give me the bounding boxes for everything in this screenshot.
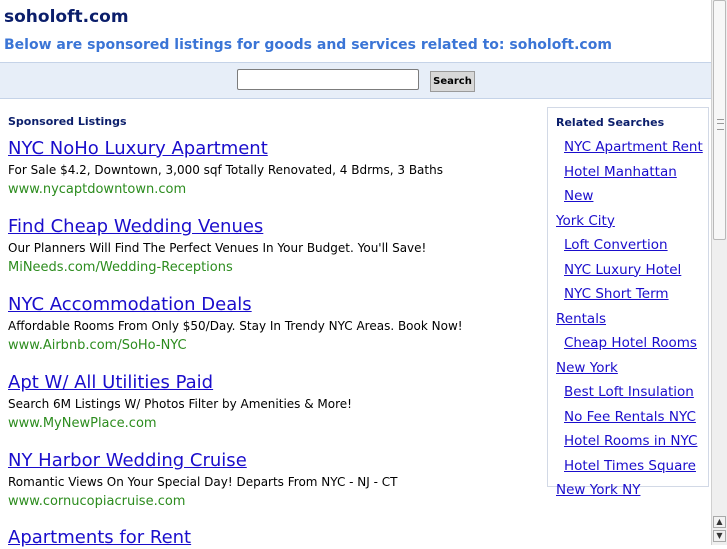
related-search-link[interactable]: Loft Convertion (548, 233, 708, 258)
related-search-text: Loft Convertion (564, 237, 668, 253)
page-header: soholoft.com Below are sponsored listing… (0, 0, 711, 60)
related-search-link[interactable]: NYC Apartment Rent (548, 135, 708, 160)
related-search-text: Hotel Times Square (564, 457, 696, 474)
vertical-scrollbar[interactable]: ▲ ▼ (711, 0, 727, 545)
related-search-link[interactable]: Hotel Manhattan New (548, 160, 708, 209)
related-search-link[interactable]: No Fee Rentals NYC (548, 405, 708, 430)
listing-description: Romantic Views On Your Special Day! Depa… (8, 475, 398, 489)
related-search-text: York City (556, 212, 615, 229)
listing-item: NYC Accommodation Deals Affordable Rooms… (8, 294, 528, 354)
related-search-link[interactable]: NYC Luxury Hotel (548, 258, 708, 283)
listing-title-link[interactable]: Apartments for Rent (8, 527, 528, 549)
related-search-link[interactable]: Best Loft Insulation (548, 380, 708, 405)
related-search-text: NYC Luxury Hotel (564, 261, 682, 278)
related-search-text: New York NY (556, 482, 641, 498)
related-search-link-continued[interactable]: Rentals (548, 307, 708, 332)
search-bar: Search (0, 62, 711, 99)
related-search-link-continued[interactable]: York City (548, 209, 708, 234)
listing-url[interactable]: www.Airbnb.com/SoHo-NYC (8, 338, 528, 354)
related-search-text: No Fee Rentals NYC (564, 408, 696, 425)
listing-title-link[interactable]: Apt W/ All Utilities Paid (8, 372, 528, 394)
related-search-text: Hotel Rooms in NYC (564, 433, 698, 449)
related-search-text: New York (556, 359, 618, 376)
search-button[interactable]: Search (430, 71, 475, 92)
related-search-link[interactable]: Cheap Hotel Rooms (548, 331, 708, 356)
listing-title-link[interactable]: NYC NoHo Luxury Apartment (8, 138, 528, 160)
related-search-text: Cheap Hotel Rooms (564, 335, 697, 351)
scrollbar-thumb[interactable] (713, 0, 726, 240)
related-search-text: Hotel Manhattan New (564, 163, 677, 205)
related-search-link[interactable]: Hotel Rooms in NYC (548, 429, 708, 454)
listing-item: Find Cheap Wedding Venues Our Planners W… (8, 216, 528, 276)
related-search-text: NYC Short Term (564, 286, 669, 302)
listing-item: Apartments for Rent (8, 527, 528, 549)
listing-item: NY Harbor Wedding Cruise Romantic Views … (8, 450, 528, 510)
related-searches-list: NYC Apartment Rent Hotel Manhattan New Y… (548, 135, 708, 503)
listing-item: Apt W/ All Utilities Paid Search 6M List… (8, 372, 528, 432)
sponsored-listings-heading: Sponsored Listings (8, 115, 127, 128)
grip-icon (717, 119, 724, 130)
related-search-text: Best Loft Insulation (564, 384, 694, 400)
related-search-text: NYC Apartment Rent (564, 139, 703, 155)
related-search-link-continued[interactable]: New York (548, 356, 708, 381)
related-search-link[interactable]: NYC Short Term (548, 282, 708, 307)
listing-title-link[interactable]: Find Cheap Wedding Venues (8, 216, 528, 238)
listing-url[interactable]: www.MyNewPlace.com (8, 416, 528, 432)
listing-description: Our Planners Will Find The Perfect Venue… (8, 241, 427, 255)
listing-description: Affordable Rooms From Only $50/Day. Stay… (8, 319, 463, 333)
listing-title-link[interactable]: NY Harbor Wedding Cruise (8, 450, 528, 472)
related-search-link-continued[interactable]: New York NY (548, 478, 708, 503)
triangle-down-icon[interactable]: ▼ (713, 530, 726, 542)
related-searches-heading: Related Searches (556, 116, 665, 129)
listing-description: For Sale $4.2, Downtown, 3,000 sqf Total… (8, 163, 443, 177)
listing-url[interactable]: www.cornucopiacruise.com (8, 494, 528, 510)
tagline: Below are sponsored listings for goods a… (4, 37, 612, 53)
triangle-up-icon[interactable]: ▲ (713, 516, 726, 528)
related-search-link[interactable]: Hotel Times Square (548, 454, 708, 479)
related-search-text: Rentals (556, 310, 606, 327)
listing-item: NYC NoHo Luxury Apartment For Sale $4.2,… (8, 138, 528, 198)
site-title: soholoft.com (4, 7, 129, 27)
search-input[interactable] (237, 69, 419, 90)
listing-description: Search 6M Listings W/ Photos Filter by A… (8, 397, 352, 411)
listing-title-link[interactable]: NYC Accommodation Deals (8, 294, 528, 316)
listing-url[interactable]: MiNeeds.com/Wedding-Receptions (8, 260, 528, 276)
listing-url[interactable]: www.nycaptdowntown.com (8, 182, 528, 198)
related-searches-panel: Related Searches NYC Apartment Rent Hote… (547, 107, 709, 498)
